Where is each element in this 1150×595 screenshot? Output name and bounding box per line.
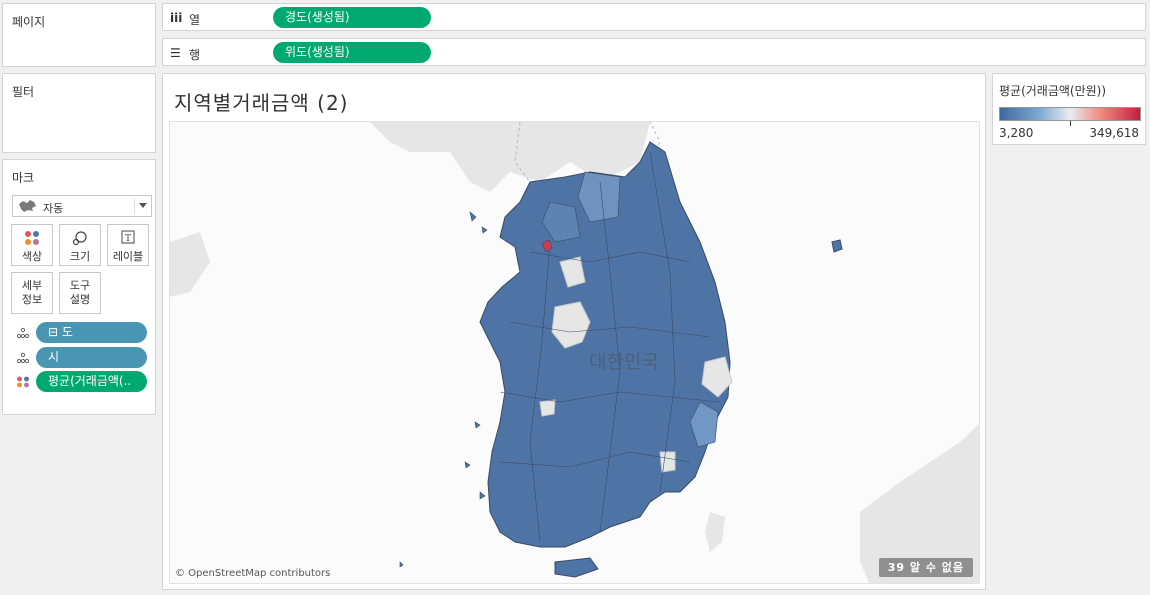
rows-shelf-label: 행	[189, 48, 201, 62]
color-legend[interactable]: 평균(거래금액(만원)) 3,280 349,618	[992, 73, 1146, 145]
rows-shelf[interactable]: ☰ 행 위도(생성됨)	[162, 38, 1146, 66]
mark-type-value: 자동	[43, 202, 64, 215]
west-islands	[399, 211, 488, 568]
color-icon	[12, 230, 52, 246]
sheet-title: 지역별거래금액 (2)	[174, 91, 349, 115]
columns-icon: iii	[170, 11, 183, 25]
map-view[interactable]: 대한민국 © OpenStreetMap contributors 39 알 수…	[169, 121, 980, 584]
avg-amount-field-pill[interactable]: 평균(거래금액(..	[36, 371, 147, 392]
filters-card[interactable]: 필터	[2, 73, 156, 153]
size-button[interactable]: 크기	[59, 224, 101, 266]
detail-button[interactable]: 세부 정보	[11, 272, 53, 314]
mark-type-dropdown[interactable]: 자동	[12, 195, 152, 217]
city-field-pill[interactable]: 시	[36, 347, 147, 368]
unknown-region	[539, 399, 556, 417]
marks-card-title: 마크	[12, 171, 35, 185]
latitude-pill[interactable]: 위도(생성됨)	[273, 42, 431, 63]
legend-title: 평균(거래금액(만원))	[999, 84, 1107, 98]
chevron-down-icon[interactable]	[139, 203, 147, 208]
japan-island	[705, 512, 725, 552]
pages-card[interactable]: 페이지	[2, 3, 156, 67]
marks-card: 마크 자동 색상 크기 T 레이블 세부 정보 도구 설명 ⊟ 도 시 평균(거…	[2, 159, 156, 415]
korea-map[interactable]	[170, 122, 980, 584]
jeju-island	[554, 557, 599, 578]
tooltip-button[interactable]: 도구 설명	[59, 272, 101, 314]
ulleung-island	[831, 239, 843, 253]
china-west-land	[170, 232, 210, 297]
tooltip-button-label: 도구 설명	[69, 279, 91, 306]
sheet-view: 지역별거래금액 (2) 대한민국 © OpenStreetMap contrib…	[162, 73, 986, 590]
rows-icon: ☰	[170, 46, 181, 60]
columns-shelf-label: 열	[189, 13, 201, 27]
label-button-label: 레이블	[112, 250, 144, 263]
unknown-region	[659, 451, 676, 473]
color-button[interactable]: 색상	[11, 224, 53, 266]
province-field-pill[interactable]: ⊟ 도	[36, 322, 147, 343]
text-label-icon: T	[108, 230, 148, 246]
size-icon	[60, 230, 100, 246]
map-attribution[interactable]: © OpenStreetMap contributors	[175, 568, 330, 579]
pages-card-title: 페이지	[12, 15, 46, 29]
detail-icon	[16, 327, 32, 339]
legend-color-ramp	[999, 107, 1141, 121]
map-mark-icon	[18, 199, 38, 216]
detail-button-label: 세부 정보	[21, 279, 43, 306]
country-label: 대한민국	[589, 351, 659, 373]
color-icon	[16, 376, 32, 388]
longitude-pill[interactable]: 경도(생성됨)	[273, 7, 431, 28]
label-button[interactable]: T 레이블	[107, 224, 149, 266]
filters-card-title: 필터	[12, 85, 35, 99]
size-button-label: 크기	[69, 250, 91, 263]
legend-max-value: 349,618	[1089, 126, 1139, 140]
legend-midpoint-tick	[1070, 121, 1071, 126]
unknown-values-badge[interactable]: 39 알 수 없음	[878, 558, 973, 577]
svg-text:T: T	[125, 234, 131, 244]
detail-icon	[16, 352, 32, 364]
color-button-label: 색상	[21, 250, 43, 263]
columns-shelf[interactable]: iii 열 경도(생성됨)	[162, 3, 1146, 31]
legend-min-value: 3,280	[999, 126, 1034, 140]
